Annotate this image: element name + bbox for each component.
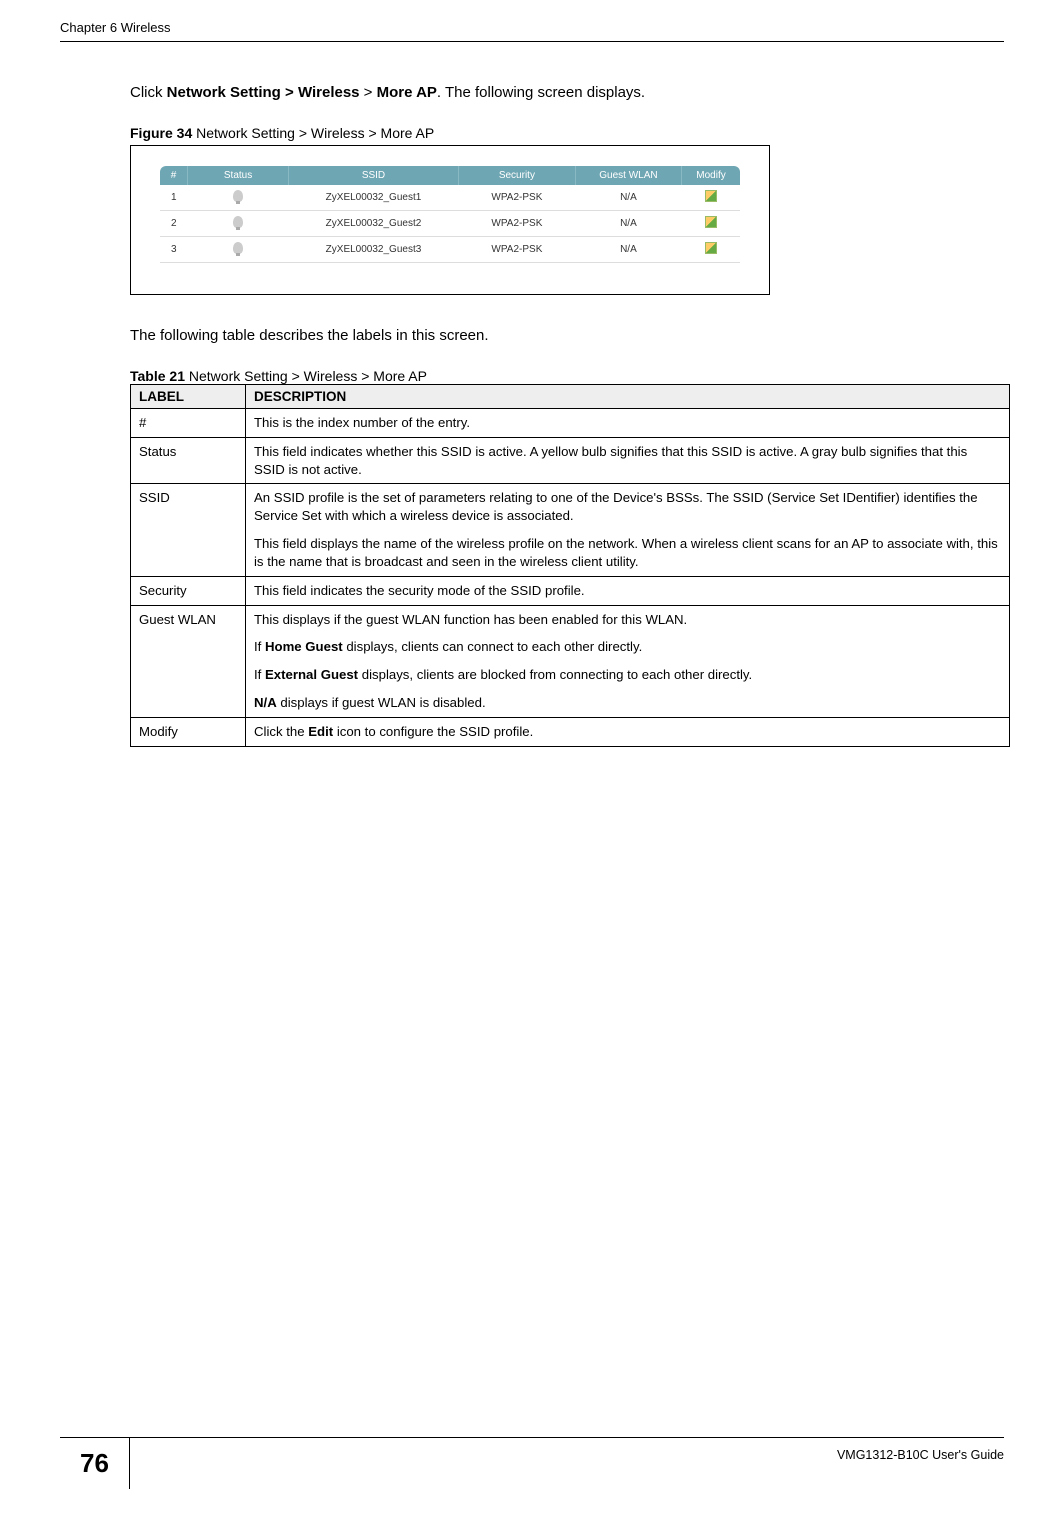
desc-p1: This displays if the guest WLAN function…	[254, 611, 1001, 629]
desc-p2: If Home Guest displays, clients can conn…	[254, 638, 1001, 656]
intro-mid: >	[360, 84, 377, 101]
row-status	[188, 237, 289, 263]
desc-row: Guest WLAN This displays if the guest WL…	[131, 605, 1010, 717]
row-ssid: ZyXEL00032_Guest2	[289, 211, 459, 237]
txt: If	[254, 639, 265, 654]
row-security: WPA2-PSK	[458, 237, 575, 263]
desc-label: Guest WLAN	[131, 605, 246, 717]
table-caption-text: Network Setting > Wireless > More AP	[185, 368, 427, 384]
bold-external-guest: External Guest	[265, 667, 358, 682]
table-label: Table 21	[130, 368, 185, 384]
edit-icon[interactable]	[705, 216, 717, 228]
page-number: 76	[60, 1438, 130, 1489]
col-guest-wlan: Guest WLAN	[575, 166, 681, 185]
desc-text: This field indicates the security mode o…	[246, 576, 1010, 605]
figure-caption: Figure 34 Network Setting > Wireless > M…	[130, 125, 1004, 141]
txt: icon to configure the SSID profile.	[333, 724, 533, 739]
col-security: Security	[458, 166, 575, 185]
desc-text: This is the index number of the entry.	[246, 409, 1010, 438]
bulb-icon	[233, 190, 243, 202]
txt: Click the	[254, 724, 308, 739]
figure-label: Figure 34	[130, 125, 192, 141]
row-modify[interactable]	[682, 211, 740, 237]
row-security: WPA2-PSK	[458, 211, 575, 237]
desc-label: Modify	[131, 717, 246, 746]
col-ssid: SSID	[289, 166, 459, 185]
table-caption: Table 21 Network Setting > Wireless > Mo…	[130, 368, 1004, 384]
table-row: 3 ZyXEL00032_Guest3 WPA2-PSK N/A	[160, 237, 740, 263]
desc-label: SSID	[131, 484, 246, 576]
row-status	[188, 185, 289, 211]
desc-p1: An SSID profile is the set of parameters…	[254, 489, 1001, 525]
page-footer: 76 VMG1312-B10C User's Guide	[0, 1437, 1064, 1489]
edit-icon[interactable]	[705, 190, 717, 202]
bold-home-guest: Home Guest	[265, 639, 343, 654]
chapter-header: Chapter 6 Wireless	[60, 20, 1004, 42]
desc-label: Security	[131, 576, 246, 605]
table-intro-text: The following table describes the labels…	[130, 325, 1004, 346]
desc-text: This field indicates whether this SSID i…	[246, 437, 1010, 484]
desc-text: This displays if the guest WLAN function…	[246, 605, 1010, 717]
edit-icon[interactable]	[705, 242, 717, 254]
desc-p4: N/A displays if guest WLAN is disabled.	[254, 694, 1001, 712]
desc-row: # This is the index number of the entry.	[131, 409, 1010, 438]
table-row: 2 ZyXEL00032_Guest2 WPA2-PSK N/A	[160, 211, 740, 237]
intro-suffix: . The following screen displays.	[437, 84, 645, 101]
intro-paragraph: Click Network Setting > Wireless > More …	[130, 82, 1004, 103]
txt: If	[254, 667, 265, 682]
txt: displays if guest WLAN is disabled.	[277, 695, 486, 710]
row-index: 1	[160, 185, 188, 211]
bulb-icon	[233, 242, 243, 254]
more-ap-table: # Status SSID Security Guest WLAN Modify…	[160, 166, 740, 263]
row-status	[188, 211, 289, 237]
desc-label: #	[131, 409, 246, 438]
desc-row: Modify Click the Edit icon to configure …	[131, 717, 1010, 746]
intro-bold-1: Network Setting > Wireless	[167, 84, 360, 101]
col-status: Status	[188, 166, 289, 185]
row-modify[interactable]	[682, 237, 740, 263]
row-guest-wlan: N/A	[575, 237, 681, 263]
txt: displays, clients can connect to each ot…	[343, 639, 643, 654]
row-modify[interactable]	[682, 185, 740, 211]
desc-row: Status This field indicates whether this…	[131, 437, 1010, 484]
row-ssid: ZyXEL00032_Guest3	[289, 237, 459, 263]
intro-bold-2: More AP	[377, 84, 437, 101]
col-index: #	[160, 166, 188, 185]
desc-label: Status	[131, 437, 246, 484]
bold-na: N/A	[254, 695, 277, 710]
row-security: WPA2-PSK	[458, 185, 575, 211]
figure-caption-text: Network Setting > Wireless > More AP	[192, 125, 434, 141]
desc-row: SSID An SSID profile is the set of param…	[131, 484, 1010, 576]
desc-text: An SSID profile is the set of parameters…	[246, 484, 1010, 576]
row-guest-wlan: N/A	[575, 211, 681, 237]
footer-guide-name: VMG1312-B10C User's Guide	[130, 1438, 1004, 1489]
txt: displays, clients are blocked from conne…	[358, 667, 752, 682]
desc-p3: If External Guest displays, clients are …	[254, 666, 1001, 684]
description-table: LABEL DESCRIPTION # This is the index nu…	[130, 384, 1010, 747]
col-modify: Modify	[682, 166, 740, 185]
head-label: LABEL	[131, 385, 246, 409]
row-index: 3	[160, 237, 188, 263]
bold-edit: Edit	[308, 724, 333, 739]
row-index: 2	[160, 211, 188, 237]
head-description: DESCRIPTION	[246, 385, 1010, 409]
desc-p2: This field displays the name of the wire…	[254, 535, 1001, 571]
row-guest-wlan: N/A	[575, 185, 681, 211]
row-ssid: ZyXEL00032_Guest1	[289, 185, 459, 211]
desc-row: Security This field indicates the securi…	[131, 576, 1010, 605]
bulb-icon	[233, 216, 243, 228]
intro-prefix: Click	[130, 84, 167, 101]
table-row: 1 ZyXEL00032_Guest1 WPA2-PSK N/A	[160, 185, 740, 211]
desc-text: Click the Edit icon to configure the SSI…	[246, 717, 1010, 746]
figure-screenshot: # Status SSID Security Guest WLAN Modify…	[130, 145, 770, 295]
